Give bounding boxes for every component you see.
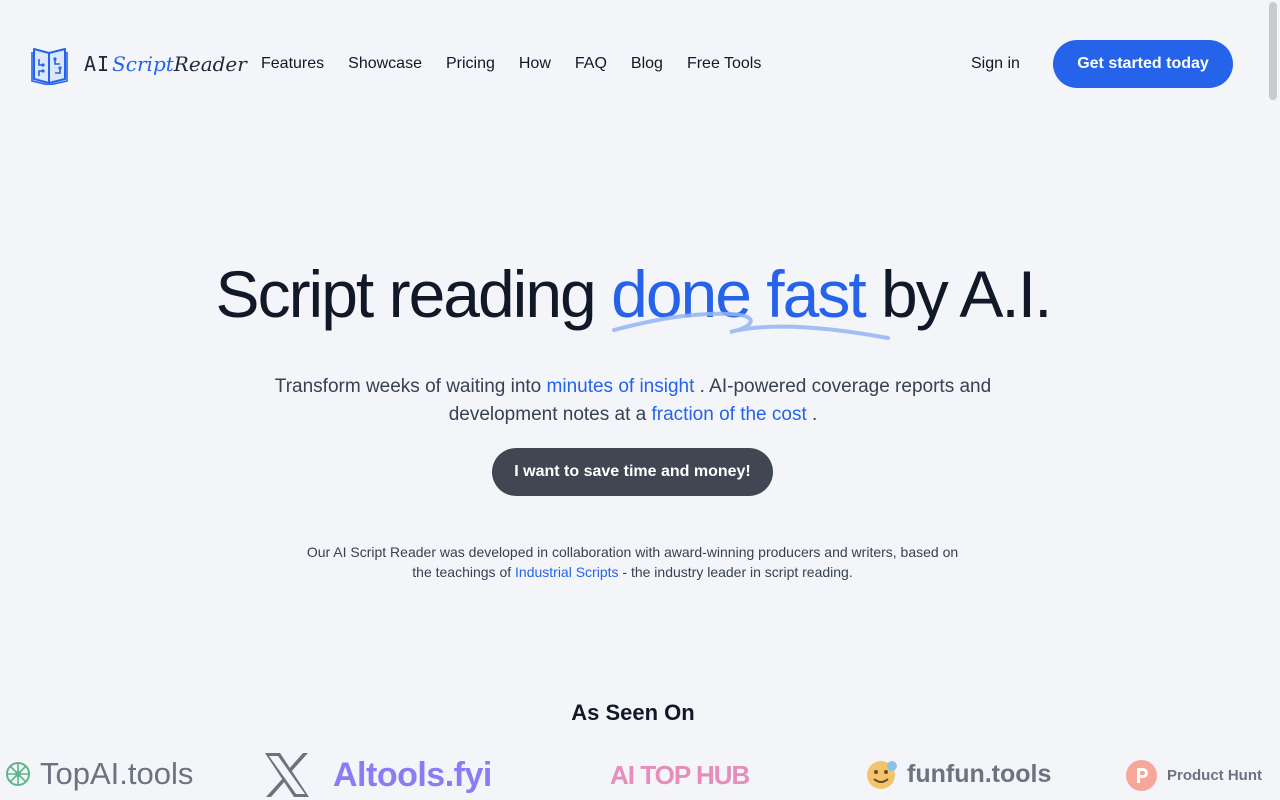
- brand-label: TopAI.tools: [40, 756, 194, 791]
- nav-how[interactable]: How: [519, 53, 551, 75]
- get-started-button[interactable]: Get started today: [1053, 40, 1233, 88]
- logo-text-ai: AI: [84, 52, 111, 76]
- site-logo[interactable]: AI Script Reader: [31, 43, 247, 85]
- logo-text-reader: Reader: [173, 52, 247, 76]
- collaboration-note: Our AI Script Reader was developed in co…: [300, 542, 965, 582]
- logo-text-script: Script: [112, 52, 174, 76]
- hero-subtitle-part: Transform weeks of waiting into: [274, 376, 547, 397]
- industrial-scripts-link[interactable]: Industrial Scripts: [515, 564, 618, 580]
- page-scrollbar[interactable]: [1266, 0, 1280, 800]
- brand-label: funfun.tools: [907, 759, 1052, 788]
- highlight-fraction-of-cost: fraction of the cost: [651, 404, 807, 425]
- scrollbar-thumb[interactable]: [1269, 2, 1277, 100]
- press-logos: TopAI.tools Altools.fyi AI TOP HUB funfu…: [0, 748, 1266, 800]
- nav-free-tools[interactable]: Free Tools: [687, 53, 761, 75]
- brand-funfun-tools[interactable]: funfun.tools: [865, 758, 1051, 790]
- nav-features[interactable]: Features: [261, 53, 324, 75]
- as-seen-on-title: As Seen On: [571, 700, 695, 725]
- sign-in-link[interactable]: Sign in: [971, 53, 1020, 75]
- x-logo-icon: [265, 753, 309, 797]
- brand-x[interactable]: [263, 752, 311, 798]
- hero-subtitle-part: .: [806, 404, 818, 425]
- nav-pricing[interactable]: Pricing: [446, 53, 495, 75]
- hero-title-start: Script reading: [215, 257, 612, 331]
- nav-showcase[interactable]: Showcase: [348, 53, 422, 75]
- hero-subtitle: Transform weeks of waiting into minutes …: [270, 373, 996, 429]
- book-circuit-icon: [31, 48, 68, 85]
- brand-aitools-fyi[interactable]: Altools.fyi: [333, 756, 492, 795]
- save-time-money-button[interactable]: I want to save time and money!: [492, 448, 773, 496]
- brand-label: AI TOP HUB: [610, 760, 750, 790]
- site-header: AI Script Reader Features Showcase Prici…: [0, 0, 1280, 128]
- topai-network-icon: [6, 762, 30, 786]
- hero-title-end: by A.I.: [864, 257, 1052, 331]
- collab-text: - the industry leader in script reading.: [618, 564, 853, 580]
- brand-ai-top-hub[interactable]: AI TOP HUB: [610, 760, 750, 791]
- underline-scribble-icon: [612, 311, 890, 340]
- brand-topai-tools[interactable]: TopAI.tools: [4, 756, 193, 792]
- nav-blog[interactable]: Blog: [631, 53, 663, 75]
- brand-product-hunt[interactable]: Product Hunt: [1126, 760, 1262, 791]
- highlight-minutes-of-insight: minutes of insight: [546, 376, 695, 397]
- nav-faq[interactable]: FAQ: [575, 53, 607, 75]
- product-hunt-icon: [1126, 760, 1157, 791]
- brand-label: Product Hunt: [1167, 767, 1262, 784]
- funfun-emoji-icon: [867, 761, 897, 789]
- main-nav: Features Showcase Pricing How FAQ Blog F…: [261, 53, 785, 75]
- brand-label: Altools.fyi: [333, 756, 492, 794]
